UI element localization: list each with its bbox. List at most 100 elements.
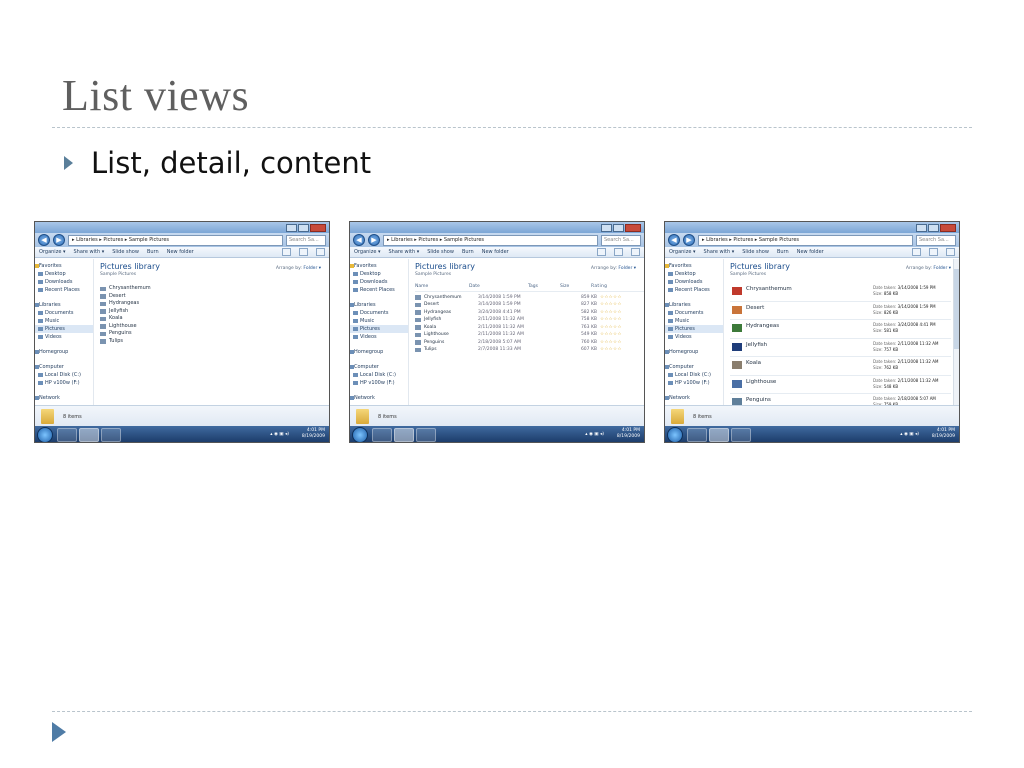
help-icon[interactable] xyxy=(316,248,325,256)
list-item[interactable]: Jellyfish xyxy=(100,308,329,316)
back-button[interactable]: ◀ xyxy=(668,234,680,246)
list-item[interactable]: Lighthouse xyxy=(100,323,329,331)
back-button[interactable]: ◀ xyxy=(353,234,365,246)
column-header-date[interactable]: Date xyxy=(469,283,528,291)
burn-button[interactable]: Burn xyxy=(777,249,789,255)
nav-item-downloads[interactable]: Downloads xyxy=(35,278,93,286)
start-button[interactable] xyxy=(37,427,53,442)
nav-item-music[interactable]: Music xyxy=(35,317,93,325)
preview-pane-icon[interactable] xyxy=(299,248,308,256)
table-row[interactable]: Tulips 2/7/2008 11:33 AM 607 KB ☆☆☆☆☆ xyxy=(415,346,644,354)
change-view-icon[interactable] xyxy=(597,248,606,256)
arrange-value[interactable]: Folder ▾ xyxy=(618,266,636,271)
start-button[interactable] xyxy=(667,427,683,442)
nav-item-hp-drive[interactable]: HP v100w (F:) xyxy=(350,379,408,387)
nav-item-pictures[interactable]: Pictures xyxy=(665,325,723,333)
nav-item-music[interactable]: Music xyxy=(350,317,408,325)
maximize-button[interactable] xyxy=(928,223,939,232)
nav-item-favorites[interactable]: Favorites xyxy=(350,262,408,270)
nav-item-libraries[interactable]: Libraries xyxy=(665,301,723,309)
taskbar-media-player-icon[interactable] xyxy=(416,428,436,442)
taskbar-ie-icon[interactable] xyxy=(57,428,77,442)
maximize-button[interactable] xyxy=(613,223,624,232)
content-item[interactable]: Chrysanthemum Date taken: 3/14/2008 1:59 … xyxy=(730,283,951,302)
table-row[interactable]: Desert 3/14/2008 1:59 PM 827 KB ☆☆☆☆☆ xyxy=(415,301,644,309)
burn-button[interactable]: Burn xyxy=(462,249,474,255)
burn-button[interactable]: Burn xyxy=(147,249,159,255)
close-button[interactable] xyxy=(625,223,641,232)
preview-pane-icon[interactable] xyxy=(614,248,623,256)
column-header-size[interactable]: Size xyxy=(560,283,591,291)
nav-item-downloads[interactable]: Downloads xyxy=(665,278,723,286)
nav-item-homegroup[interactable]: Homegroup xyxy=(665,348,723,356)
nav-item-videos[interactable]: Videos xyxy=(665,333,723,341)
list-item[interactable]: Desert xyxy=(100,293,329,301)
slide-show-button[interactable]: Slide show xyxy=(427,249,454,255)
rating-stars[interactable]: ☆☆☆☆☆ xyxy=(600,346,640,354)
content-item[interactable]: Lighthouse Date taken: 2/11/2008 11:32 AM… xyxy=(730,376,951,394)
nav-item-computer[interactable]: Computer xyxy=(350,363,408,371)
back-button[interactable]: ◀ xyxy=(38,234,50,246)
rating-stars[interactable]: ☆☆☆☆☆ xyxy=(600,324,640,332)
organize-button[interactable]: Organize ▾ xyxy=(39,249,66,255)
table-row[interactable]: Koala 2/11/2008 11:32 AM 763 KB ☆☆☆☆☆ xyxy=(415,324,644,332)
help-icon[interactable] xyxy=(946,248,955,256)
list-item[interactable]: Koala xyxy=(100,315,329,323)
help-icon[interactable] xyxy=(631,248,640,256)
content-item[interactable]: Desert Date taken: 3/14/2008 1:59 PM Size:… xyxy=(730,302,951,320)
arrange-value[interactable]: Folder ▾ xyxy=(933,266,951,271)
nav-item-pictures[interactable]: Pictures xyxy=(350,325,408,333)
list-item[interactable]: Penguins xyxy=(100,330,329,338)
close-button[interactable] xyxy=(940,223,956,232)
table-row[interactable]: Hydrangeas 3/24/2008 4:41 PM 582 KB ☆☆☆☆☆ xyxy=(415,309,644,317)
rating-stars[interactable]: ☆☆☆☆☆ xyxy=(600,294,640,302)
nav-item-videos[interactable]: Videos xyxy=(350,333,408,341)
nav-item-libraries[interactable]: Libraries xyxy=(35,301,93,309)
close-button[interactable] xyxy=(310,223,326,232)
list-item[interactable]: Chrysanthemum xyxy=(100,285,329,293)
nav-item-libraries[interactable]: Libraries xyxy=(350,301,408,309)
minimize-button[interactable] xyxy=(601,223,612,232)
change-view-icon[interactable] xyxy=(282,248,291,256)
arrange-by[interactable]: Arrange by: Folder ▾ xyxy=(906,266,951,271)
nav-item-music[interactable]: Music xyxy=(665,317,723,325)
minimize-button[interactable] xyxy=(916,223,927,232)
taskbar-explorer-icon[interactable] xyxy=(79,428,99,442)
clock[interactable]: 4:01 PM 8/19/2009 xyxy=(617,428,640,440)
column-header-tags[interactable]: Tags xyxy=(528,283,560,291)
taskbar-media-player-icon[interactable] xyxy=(731,428,751,442)
nav-item-computer[interactable]: Computer xyxy=(35,363,93,371)
nav-item-documents[interactable]: Documents xyxy=(35,309,93,317)
minimize-button[interactable] xyxy=(286,223,297,232)
forward-button[interactable]: ▶ xyxy=(368,234,380,246)
nav-item-network[interactable]: Network xyxy=(665,394,723,402)
nav-item-videos[interactable]: Videos xyxy=(35,333,93,341)
taskbar-explorer-icon[interactable] xyxy=(709,428,729,442)
address-bar[interactable]: ▸ Libraries ▸ Pictures ▸ Sample Pictures xyxy=(383,234,598,246)
table-row[interactable]: Chrysanthemum 3/14/2008 1:59 PM 859 KB ☆☆☆☆… xyxy=(415,294,644,302)
taskbar-ie-icon[interactable] xyxy=(372,428,392,442)
table-row[interactable]: Lighthouse 2/11/2008 11:32 AM 549 KB ☆☆☆☆☆ xyxy=(415,331,644,339)
next-slide-arrow-icon[interactable] xyxy=(52,722,66,742)
nav-item-favorites[interactable]: Favorites xyxy=(665,262,723,270)
clock[interactable]: 4:01 PM 8/19/2009 xyxy=(302,428,325,440)
nav-item-local-disk[interactable]: Local Disk (C:) xyxy=(350,371,408,379)
preview-pane-icon[interactable] xyxy=(929,248,938,256)
rating-stars[interactable]: ☆☆☆☆☆ xyxy=(600,331,640,339)
slide-show-button[interactable]: Slide show xyxy=(742,249,769,255)
nav-item-computer[interactable]: Computer xyxy=(665,363,723,371)
nav-item-network[interactable]: Network xyxy=(350,394,408,402)
organize-button[interactable]: Organize ▾ xyxy=(669,249,696,255)
arrange-by[interactable]: Arrange by: Folder ▾ xyxy=(591,266,636,271)
scrollbar-thumb[interactable] xyxy=(954,269,959,349)
nav-item-documents[interactable]: Documents xyxy=(350,309,408,317)
start-button[interactable] xyxy=(352,427,368,442)
address-bar[interactable]: ▸ Libraries ▸ Pictures ▸ Sample Pictures xyxy=(698,234,913,246)
nav-item-documents[interactable]: Documents xyxy=(665,309,723,317)
list-item[interactable]: Hydrangeas xyxy=(100,300,329,308)
new-folder-button[interactable]: New folder xyxy=(167,249,194,255)
rating-stars[interactable]: ☆☆☆☆☆ xyxy=(600,316,640,324)
forward-button[interactable]: ▶ xyxy=(683,234,695,246)
nav-item-homegroup[interactable]: Homegroup xyxy=(35,348,93,356)
content-item[interactable]: Jellyfish Date taken: 2/11/2008 11:32 AM S… xyxy=(730,339,951,357)
